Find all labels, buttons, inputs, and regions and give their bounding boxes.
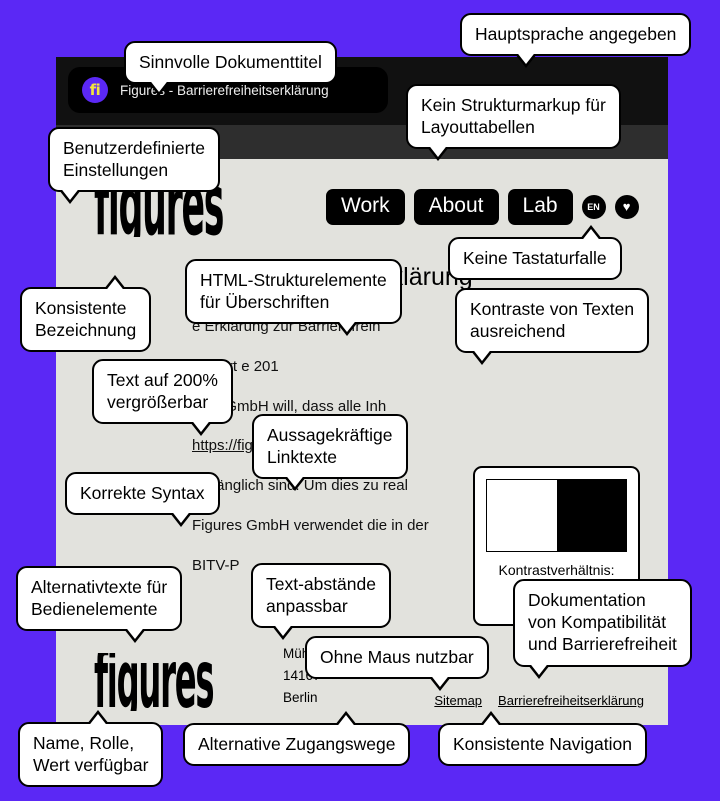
footer-logo[interactable]: figures (94, 653, 259, 711)
callout-namerollewert: Name, Rolle, Wert verfügbar (18, 709, 164, 788)
callout-bezeichnung: Konsistente Bezeichnung (20, 274, 152, 353)
contrast-swatch-light (487, 480, 557, 551)
main-navigation: Work About Lab EN ♥ (326, 188, 639, 226)
callout-syntax: Korrekte Syntax (65, 472, 220, 528)
callout-kontraste: Kontraste von Texten ausreichend (455, 288, 650, 366)
favicon-label: fi (89, 80, 101, 99)
nav-item-lab[interactable]: Lab (507, 188, 573, 226)
callout-hauptsprache: Hauptsprache angegeben (460, 13, 692, 69)
callout-linktexte: Aussagekräftige Linktexte (252, 414, 408, 492)
callout-textabstaende: Text-abstände anpassbar (251, 563, 391, 641)
callout-strukturelemente: HTML-Strukturelemente für Überschriften (185, 259, 402, 337)
callout-dokumentation: Dokumentation von Kompatibilität und Bar… (513, 579, 692, 679)
contrast-swatch-dark (556, 480, 626, 551)
callout-strukturmarkup: Kein Strukturmarkup für Layouttabellen (406, 84, 621, 162)
callout-tastaturfalle: Keine Tastaturfalle (448, 224, 622, 281)
callout-zugangswege: Alternative Zugangswege (183, 710, 411, 767)
paragraph-line-6: Figures GmbH verwendet die in der (192, 516, 429, 534)
nav-item-about[interactable]: About (413, 188, 499, 226)
nav-item-work[interactable]: Work (326, 188, 405, 226)
contrast-swatch (486, 479, 627, 552)
heart-icon[interactable]: ♥ (614, 194, 639, 219)
address-line-city: Berlin (283, 690, 318, 706)
language-toggle-icon[interactable]: EN (581, 194, 606, 219)
callout-navigation: Konsistente Navigation (438, 710, 647, 767)
footer-links: Sitemap Barrierefreiheitserklärung (434, 693, 644, 711)
callout-einstellungen: Benutzerdefinierte Einstellungen (48, 127, 221, 205)
footer-link-sitemap[interactable]: Sitemap (434, 693, 482, 708)
callout-ohnemaus: Ohne Maus nutzbar (305, 636, 489, 692)
footer-link-accessibility[interactable]: Barrierefreiheitserklärung (498, 693, 644, 708)
footer-logo-text: figures (94, 653, 215, 711)
callout-vergroesserbar: Text auf 200% vergrößerbar (92, 359, 233, 437)
paragraph-line-2: basiert e 201 (192, 357, 279, 375)
favicon-icon: fi (82, 77, 108, 103)
callout-alternativtexte: Alternativtexte für Bedienelemente (16, 566, 183, 644)
contrast-ratio-label: Kontrastverhältnis: (498, 562, 615, 578)
callout-dokumenttitel: Sinnvolle Dokumenttitel (124, 41, 337, 97)
